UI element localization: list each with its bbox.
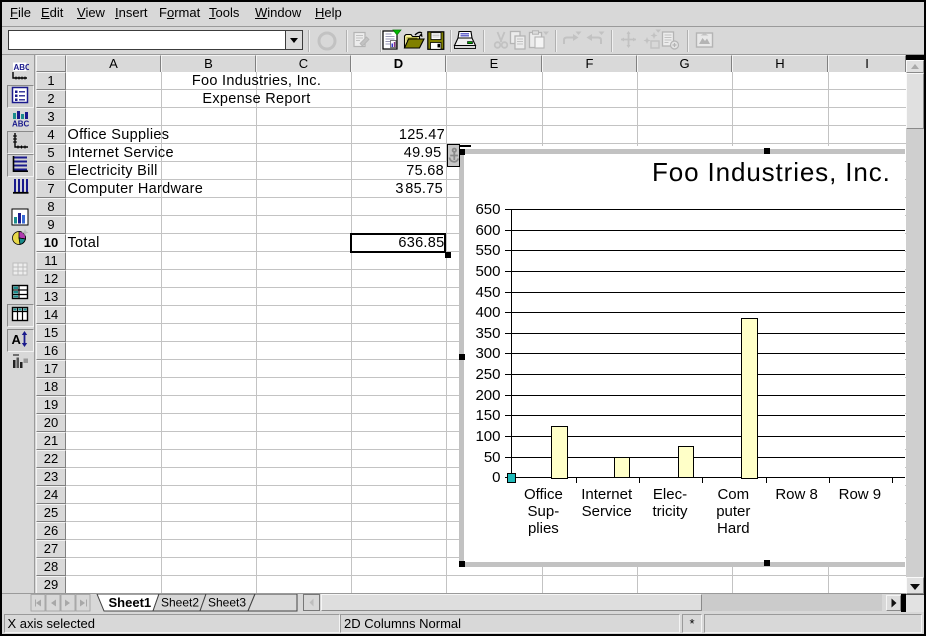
svg-text:ABC: ABC [13, 63, 29, 72]
svg-text:Sheet3: Sheet3 [208, 596, 246, 610]
svg-text:Sheet1: Sheet1 [109, 595, 152, 610]
svg-text:A: A [11, 332, 21, 347]
svg-text:ABC: ABC [12, 120, 29, 128]
svg-text:Sheet2: Sheet2 [161, 596, 199, 610]
